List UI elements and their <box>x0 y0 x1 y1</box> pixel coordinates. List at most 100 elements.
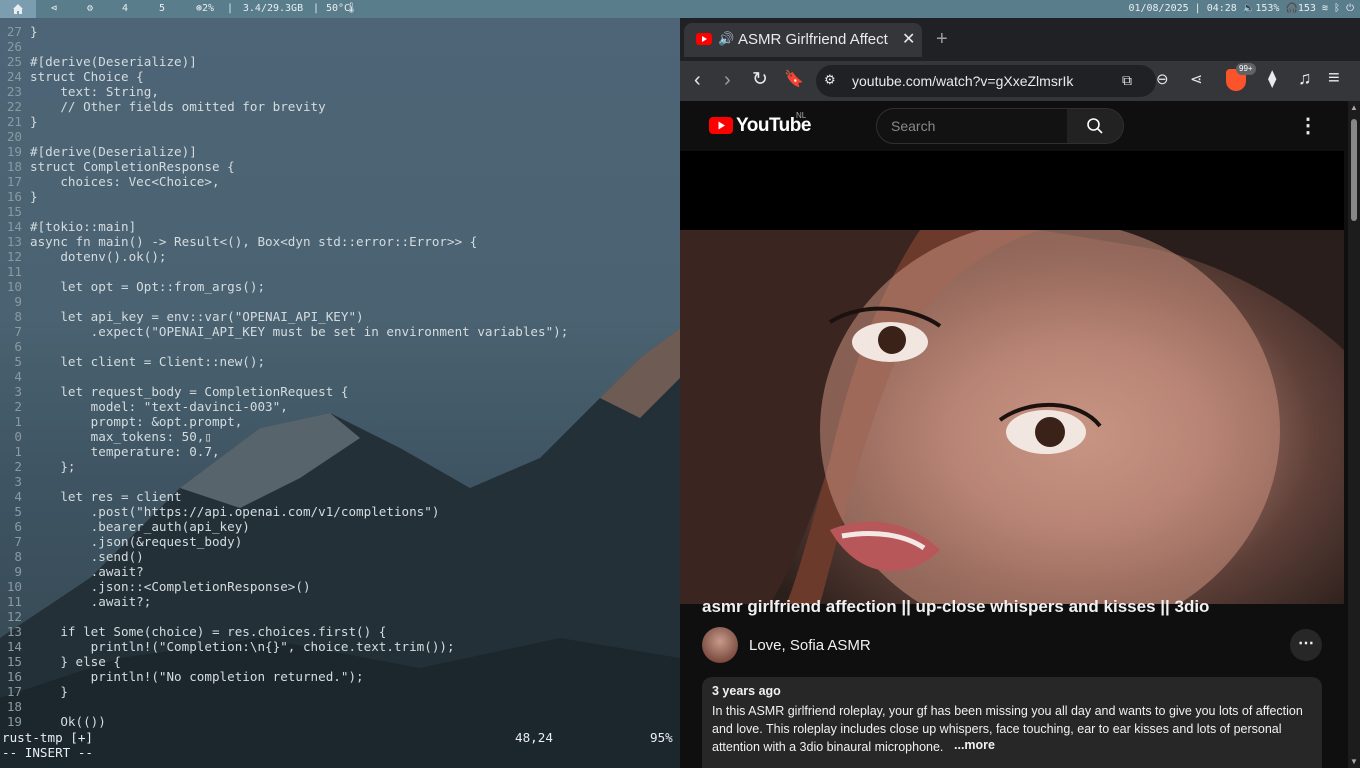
search-input[interactable]: Search <box>876 108 1068 144</box>
line-number: 0 <box>14 429 22 444</box>
volume-icon[interactable]: 🔈 <box>1243 3 1255 14</box>
reload-icon[interactable]: ↻ <box>752 68 768 91</box>
code-line[interactable]: 3 let request_body = CompletionRequest { <box>0 384 680 399</box>
line-number: 9 <box>14 564 22 579</box>
code-line[interactable]: 15 } else { <box>0 654 680 669</box>
code-line[interactable]: 7 .expect("OPENAI_API_KEY must be set in… <box>0 324 680 339</box>
code-line[interactable]: 1 temperature: 0.7, <box>0 444 680 459</box>
code-line[interactable]: 18 struct CompletionResponse { <box>0 159 680 174</box>
code-line[interactable]: 27} <box>0 24 680 39</box>
code-line[interactable]: 25 #[derive(Deserialize)] <box>0 54 680 69</box>
code-line[interactable]: 13 if let Some(choice) = res.choices.fir… <box>0 624 680 639</box>
scroll-up-icon[interactable]: ▲ <box>1350 103 1358 112</box>
code-line[interactable]: 15 <box>0 204 680 219</box>
url-text[interactable]: youtube.com/watch?v=gXxeZlmsrIk <box>852 73 1073 89</box>
terminal-window[interactable]: 27} 26 25 #[derive(Deserialize)] 24 struct Ch… <box>0 18 680 768</box>
code-line[interactable]: 8 let api_key = env::var("OPENAI_API_KEY… <box>0 309 680 324</box>
code-line[interactable]: 5 .post("https://api.openai.com/v1/compl… <box>0 504 680 519</box>
code-line[interactable]: 4 let res = client <box>0 489 680 504</box>
code-line[interactable]: 9 .await? <box>0 564 680 579</box>
workspace-4[interactable]: 4 <box>118 0 132 18</box>
thermometer-icon: 🌡 <box>345 3 358 14</box>
extensions-icon[interactable]: ⧫ <box>1268 69 1276 89</box>
code-line[interactable]: 2 model: "text-davinci-003", <box>0 399 680 414</box>
more-actions-icon[interactable]: ⋯ <box>1290 629 1322 661</box>
code-line[interactable]: 9 <box>0 294 680 309</box>
code-line[interactable]: 21} <box>0 114 680 129</box>
code-line[interactable]: 18 <box>0 699 680 714</box>
line-number: 11 <box>6 594 22 609</box>
forward-icon[interactable]: › <box>724 69 731 92</box>
wifi-icon[interactable]: ≋ <box>1322 3 1328 14</box>
code-line[interactable]: 19 #[derive(Deserialize)] <box>0 144 680 159</box>
code-line[interactable]: 11 <box>0 264 680 279</box>
code-line[interactable]: 22 // Other fields omitted for brevity <box>0 99 680 114</box>
search-button[interactable] <box>1067 108 1124 144</box>
code-line[interactable]: 23 text: String, <box>0 84 680 99</box>
back-icon[interactable]: ‹ <box>694 69 701 92</box>
code-line[interactable]: 6 <box>0 339 680 354</box>
video-player[interactable] <box>680 151 1344 604</box>
code-buffer[interactable]: 27} 26 25 #[derive(Deserialize)] 24 struct Ch… <box>0 24 680 729</box>
code-line[interactable]: 10 .json::<CompletionResponse>() <box>0 579 680 594</box>
share-icon[interactable]: ⋖ <box>1190 70 1203 88</box>
code-line[interactable]: 7 .json(&request_body) <box>0 534 680 549</box>
code-line[interactable]: 26 <box>0 39 680 54</box>
line-number: 13 <box>6 234 22 249</box>
active-tab[interactable]: 🔊 ASMR Girlfriend Affect ✕ <box>684 23 922 57</box>
code-line[interactable]: 14 println!("Completion:\n{}", choice.te… <box>0 639 680 654</box>
zoom-icon[interactable]: ⊖ <box>1156 70 1169 88</box>
code-line[interactable]: 16 println!("No completion returned."); <box>0 669 680 684</box>
bookmark-icon[interactable]: 🔖 <box>784 69 804 89</box>
code-line[interactable]: 17 choices: Vec<Choice>, <box>0 174 680 189</box>
code-line[interactable]: 4 <box>0 369 680 384</box>
home-icon[interactable] <box>0 0 36 18</box>
line-text: } <box>30 189 38 204</box>
code-line[interactable]: 12 <box>0 609 680 624</box>
code-line[interactable]: 1 prompt: &opt.prompt, <box>0 414 680 429</box>
music-icon[interactable]: ♫ <box>1298 68 1312 89</box>
headphones-icon[interactable]: 🎧 <box>1285 3 1297 14</box>
code-line[interactable]: 3 <box>0 474 680 489</box>
description-box[interactable]: 3 years ago In this ASMR girlfriend role… <box>702 677 1322 768</box>
code-line[interactable]: 19 Ok(()) <box>0 714 680 729</box>
line-number: 7 <box>14 534 22 549</box>
send-icon[interactable]: ⊲ <box>46 0 62 18</box>
code-line[interactable]: 11 .await?; <box>0 594 680 609</box>
channel-name[interactable]: Love, Sofia ASMR <box>749 637 871 654</box>
code-line[interactable]: 17 } <box>0 684 680 699</box>
code-line[interactable]: 20 <box>0 129 680 144</box>
code-line[interactable]: 5 let client = Client::new(); <box>0 354 680 369</box>
site-settings-icon[interactable]: ⚙ <box>824 72 836 88</box>
address-bar[interactable]: ⚙ youtube.com/watch?v=gXxeZlmsrIk ⧉ <box>816 65 1156 97</box>
code-line[interactable]: 13 async fn main() -> Result<(), Box<dyn … <box>0 234 680 249</box>
scroll-down-icon[interactable]: ▼ <box>1350 757 1358 766</box>
new-tab-icon[interactable]: + <box>936 28 948 51</box>
show-more-link[interactable]: ...more <box>952 738 995 752</box>
power-icon[interactable]: ⏻ <box>1346 3 1354 14</box>
channel-avatar[interactable] <box>702 627 738 663</box>
speaker-icon[interactable]: 🔊 <box>718 31 734 47</box>
gamepad-icon[interactable]: ⚙ <box>80 0 100 18</box>
code-line[interactable]: 16} <box>0 189 680 204</box>
code-line[interactable]: 8 .send() <box>0 549 680 564</box>
more-options-icon[interactable]: ⋮ <box>1298 113 1318 138</box>
workspace-5[interactable]: 5 <box>155 0 169 18</box>
code-line[interactable]: 14 #[tokio::main] <box>0 219 680 234</box>
page-scrollbar[interactable]: ▲ ▼ <box>1348 101 1360 768</box>
code-line[interactable]: 24 struct Choice { <box>0 69 680 84</box>
code-line[interactable]: 6 .bearer_auth(api_key) <box>0 519 680 534</box>
code-line[interactable]: 0 max_tokens: 50,▯ <box>0 429 680 444</box>
scrollbar-thumb[interactable] <box>1351 119 1357 221</box>
upload-age: 3 years ago <box>712 684 781 698</box>
menu-icon[interactable]: ≡ <box>1328 67 1340 90</box>
browser-window[interactable]: 🔊 ASMR Girlfriend Affect ✕ + ‹ › ↻ 🔖 ⚙ y… <box>680 18 1360 768</box>
code-line[interactable]: 10 let opt = Opt::from_args(); <box>0 279 680 294</box>
close-tab-icon[interactable]: ✕ <box>902 29 915 49</box>
cast-icon[interactable]: ⧉ <box>1122 72 1132 89</box>
code-line[interactable]: 12 dotenv().ok(); <box>0 249 680 264</box>
video-frame[interactable] <box>680 230 1344 604</box>
bluetooth-icon[interactable]: ᛒ <box>1334 3 1340 14</box>
youtube-logo-icon[interactable] <box>709 117 733 134</box>
code-line[interactable]: 2 }; <box>0 459 680 474</box>
